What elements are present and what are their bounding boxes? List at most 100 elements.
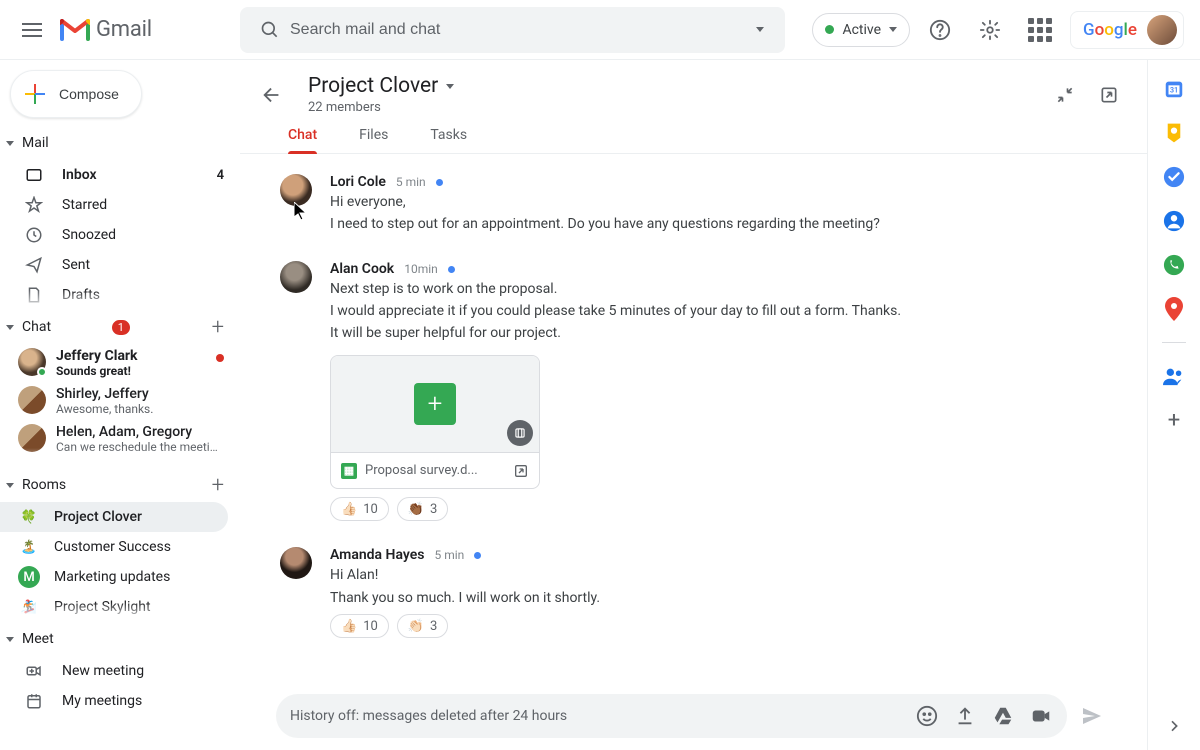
room-item[interactable]: 🏂 Project Skylight (0, 592, 228, 622)
message-composer[interactable]: History off: messages deleted after 24 h… (276, 694, 1067, 738)
message: Alan Cook 10min Next step is to work on … (280, 261, 1107, 522)
popout-button[interactable] (1091, 77, 1127, 113)
emoji-button[interactable] (915, 704, 939, 728)
composer-placeholder: History off: messages deleted after 24 h… (290, 708, 915, 724)
nav-label: Sent (62, 257, 90, 273)
room-subtitle: 22 members (308, 100, 454, 115)
mail-section-header[interactable]: Mail (0, 126, 240, 160)
people-app-button[interactable] (1163, 365, 1185, 387)
compose-plus-icon (25, 84, 45, 104)
meet-section-header[interactable]: Meet (0, 622, 240, 656)
messages-pane[interactable]: Lori Cole 5 min Hi everyone, I need to s… (240, 154, 1147, 684)
account-switcher[interactable]: Google (1070, 11, 1184, 49)
room-item[interactable]: M Marketing updates (0, 562, 228, 592)
send-button[interactable] (1077, 701, 1107, 731)
reaction-count: 10 (363, 619, 378, 634)
search-bar[interactable] (240, 7, 785, 53)
google-logo-text: Google (1083, 20, 1137, 40)
reaction-chip[interactable]: 👍🏻 10 (330, 497, 389, 521)
chat-preview: Can we reschedule the meeting to next we… (56, 440, 224, 454)
tab-tasks[interactable]: Tasks (430, 127, 467, 153)
collapse-window-button[interactable] (1047, 77, 1083, 113)
message: Amanda Hayes 5 min Hi Alan! Thank you so… (280, 547, 1107, 638)
status-chip[interactable]: Active (812, 13, 910, 47)
keep-app-button[interactable] (1163, 122, 1185, 144)
room-item-project-clover[interactable]: 🍀 Project Clover (0, 502, 228, 532)
main-menu-button[interactable] (10, 8, 54, 52)
body-row: Compose Mail Inbox 4 Starred Snoozed (0, 60, 1200, 750)
chevron-down-icon[interactable] (446, 84, 454, 89)
search-input[interactable] (290, 21, 745, 39)
reaction-chip[interactable]: 👍🏻 10 (330, 614, 389, 638)
presence-icon (37, 367, 47, 377)
avatar (280, 261, 312, 293)
nav-sent[interactable]: Sent (0, 250, 240, 280)
chat-name: Jeffery Clark (56, 348, 206, 364)
nav-drafts[interactable]: Drafts (0, 280, 240, 310)
settings-button[interactable] (970, 10, 1010, 50)
chat-item[interactable]: Jeffery Clark Sounds great! (0, 344, 240, 382)
nav-snoozed[interactable]: Snoozed (0, 220, 240, 250)
header-left: Gmail (10, 8, 240, 52)
drive-button[interactable] (991, 704, 1015, 728)
message-text: I need to step out for an appointment. D… (330, 214, 1107, 234)
gmail-logo[interactable]: Gmail (60, 17, 152, 42)
search-icon (250, 20, 290, 40)
avatar (18, 348, 46, 376)
tasks-app-button[interactable] (1163, 166, 1185, 188)
new-room-button[interactable]: + (212, 473, 224, 498)
plus-icon: + (1168, 408, 1180, 433)
reaction-chip[interactable]: 👏🏾 3 (397, 497, 449, 521)
message-author: Alan Cook (330, 261, 394, 277)
back-button[interactable] (254, 77, 290, 113)
calendar-app-button[interactable]: 31 (1163, 78, 1185, 100)
nav-label: New meeting (62, 663, 144, 679)
chat-item[interactable]: Shirley, Jeffery Awesome, thanks. (0, 382, 240, 420)
voice-app-button[interactable] (1163, 254, 1185, 276)
add-app-button[interactable]: + (1163, 409, 1185, 431)
expand-sidepanel-button[interactable] (1166, 718, 1182, 734)
nav-label: Starred (62, 197, 107, 213)
avatar (280, 547, 312, 579)
mail-section-title: Mail (22, 135, 224, 151)
message: Lori Cole 5 min Hi everyone, I need to s… (280, 174, 1107, 235)
reaction-chip[interactable]: 👏🏻 3 (397, 614, 449, 638)
message-text: I would appreciate it if you could pleas… (330, 301, 1107, 321)
chat-item[interactable]: Helen, Adam, Gregory Can we reschedule t… (0, 420, 240, 458)
google-apps-button[interactable] (1020, 10, 1060, 50)
send-icon (1080, 704, 1104, 728)
tab-chat[interactable]: Chat (288, 127, 317, 153)
new-dot-icon (448, 266, 455, 273)
chat-section-header[interactable]: Chat 1 + (0, 310, 240, 344)
message-text: Next step is to work on the proposal. (330, 279, 1107, 299)
upload-button[interactable] (953, 704, 977, 728)
compose-button[interactable]: Compose (10, 70, 142, 118)
nav-label: Inbox (62, 167, 97, 183)
new-chat-button[interactable]: + (212, 315, 224, 340)
profile-avatar[interactable] (1147, 15, 1177, 45)
calendar-icon: 31 (1163, 78, 1185, 100)
help-button[interactable] (920, 10, 960, 50)
rooms-section-header[interactable]: Rooms + (0, 468, 240, 502)
calendar-icon (24, 691, 44, 711)
nav-starred[interactable]: Starred (0, 190, 240, 220)
send-icon (24, 255, 44, 275)
meet-button[interactable] (1029, 704, 1053, 728)
reaction-emoji: 👍🏻 (341, 502, 357, 517)
search-options-button[interactable] (745, 27, 775, 32)
nav-inbox[interactable]: Inbox 4 (0, 160, 240, 190)
attachment-card[interactable]: + ▦ Proposal survey.d... (330, 355, 540, 489)
tab-files[interactable]: Files (359, 127, 388, 153)
maps-app-button[interactable] (1163, 298, 1185, 320)
open-attachment-button[interactable] (513, 463, 529, 479)
message-text: Thank you so much. I will work on it sho… (330, 588, 1107, 608)
composer-actions (915, 704, 1053, 728)
arrow-left-icon (261, 84, 283, 106)
room-name: Marketing updates (54, 569, 170, 585)
nav-my-meetings[interactable]: My meetings (0, 686, 240, 716)
contacts-app-button[interactable] (1163, 210, 1185, 232)
room-item[interactable]: 🏝️ Customer Success (0, 532, 228, 562)
drive-icon (992, 705, 1014, 727)
nav-new-meeting[interactable]: New meeting (0, 656, 240, 686)
collapse-icon (6, 637, 14, 642)
